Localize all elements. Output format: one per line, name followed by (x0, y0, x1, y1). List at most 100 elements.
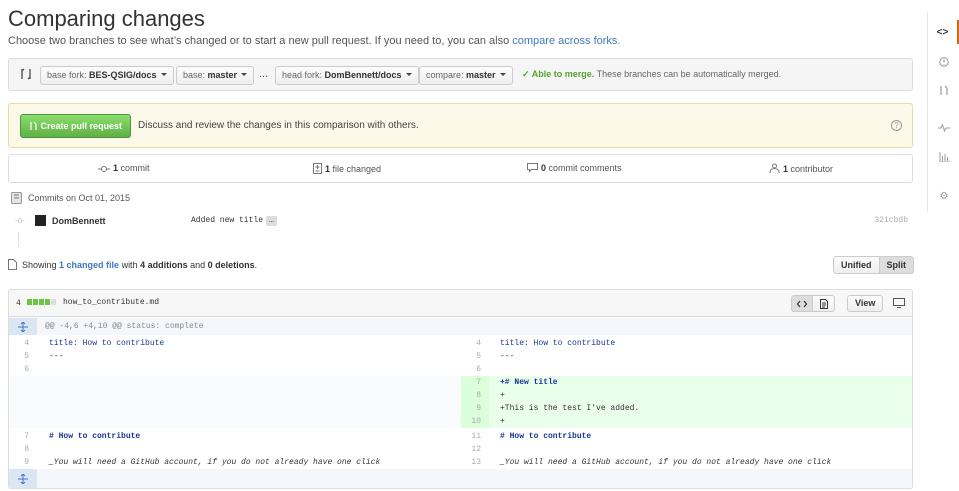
empty-left-cell (9, 415, 461, 428)
diff-stat-blocks (27, 299, 56, 305)
graphs-icon[interactable] (928, 145, 959, 169)
file-name[interactable]: how_to_contribute.md (63, 298, 159, 307)
compare-pr-flash: Create pull request Discuss and review t… (8, 103, 913, 148)
line-number-left[interactable]: 5 (9, 350, 37, 363)
avatar[interactable] (35, 215, 46, 226)
code-right: # How to contribute (500, 432, 592, 441)
commits-date: Commits on Oct 01, 2015 (28, 193, 131, 203)
line-number-right[interactable]: 11 (461, 430, 489, 443)
base-branch-select[interactable]: base: master (176, 66, 255, 85)
merge-ok-text: ✓ Able to merge. (522, 69, 595, 79)
head-fork-value: DomBennett/docs (324, 70, 402, 80)
settings-icon[interactable]: ⚙ (928, 184, 959, 208)
head-fork-select[interactable]: head fork: DomBennett/docs (275, 66, 419, 85)
addition-bg (461, 415, 912, 428)
expand-up-icon[interactable] (9, 318, 37, 335)
code-right: +This is the test I've added. (500, 404, 640, 413)
line-number-right[interactable]: 9 (461, 402, 489, 415)
line-number-right[interactable]: 10 (461, 415, 489, 428)
files-changed-count[interactable]: 1 file changed (313, 163, 381, 174)
file-diff: 4 how_to_contribute.md View @@ -4,6 +4,1… (8, 289, 913, 489)
rich-diff-icon[interactable] (813, 295, 835, 312)
diff-row-added: 7 +# New title (9, 376, 912, 389)
create-pull-request-button[interactable]: Create pull request (20, 114, 131, 138)
line-number-left[interactable]: 6 (9, 363, 37, 376)
expand-message-button[interactable]: … (266, 216, 277, 226)
empty-left-cell (9, 376, 461, 389)
deletions-count: 0 deletions (207, 260, 255, 270)
expand-down-icon[interactable] (9, 469, 37, 488)
base-fork-label: base fork: (47, 70, 90, 80)
comments-label: commit comments (546, 163, 622, 173)
pulse-icon[interactable] (928, 116, 959, 140)
diff-row-added: 10 + (9, 415, 912, 428)
diff-row: 8 12 (9, 443, 912, 456)
line-number-left[interactable]: 8 (9, 443, 37, 456)
compare-branch-select[interactable]: compare: master (419, 66, 513, 85)
page-subtitle: Choose two branches to see what’s change… (8, 35, 620, 47)
page-title: Comparing changes (8, 6, 205, 31)
range-editor: base fork: BES-QSIG/docs base: master ..… (8, 58, 913, 91)
commits-label: commit (118, 163, 150, 173)
commit-row: -o- DomBennett Added new title… 321cbdb (8, 213, 913, 231)
commit-message-text[interactable]: Added new title (191, 216, 263, 225)
commit-author[interactable]: DomBennett (52, 216, 106, 226)
expand-bottom-row (9, 469, 912, 488)
code-right: _You will need a GitHub account, if you … (500, 458, 832, 467)
line-number-left[interactable]: 4 (9, 337, 37, 350)
hunk-header-row: @@ -4,6 +4,10 @@ status: complete (9, 318, 912, 335)
compare-across-forks-link[interactable]: compare across forks. (512, 35, 620, 47)
hunk-header: @@ -4,6 +4,10 @@ status: complete (45, 322, 204, 331)
empty-left-cell (9, 402, 461, 415)
file-icon (8, 259, 17, 270)
toc-mid: with (119, 260, 141, 270)
toc-and: and (187, 260, 208, 270)
code-right: + (500, 391, 505, 400)
subtitle-text: Choose two branches to see what’s change… (8, 35, 513, 47)
line-number-left[interactable]: 7 (9, 430, 37, 443)
pull-request-icon[interactable] (928, 78, 959, 102)
commits-count[interactable]: 1 commit (98, 163, 150, 173)
line-number-right[interactable]: 8 (461, 389, 489, 402)
line-number-right[interactable]: 4 (461, 337, 489, 350)
head-fork-label: head fork: (282, 70, 325, 80)
merge-note: These branches can be automatically merg… (594, 69, 782, 79)
toc-end: . (254, 260, 258, 270)
file-diff-icon (313, 163, 322, 174)
diff-row: 4 title: How to contribute 4 title: How … (9, 337, 912, 350)
compare-value: master (466, 70, 496, 80)
code-view-icon[interactable] (791, 295, 813, 312)
help-icon[interactable]: ? (891, 120, 902, 131)
diff-row: 9 _You will need a GitHub account, if yo… (9, 456, 912, 469)
line-number-right[interactable]: 5 (461, 350, 489, 363)
changed-files-link[interactable]: 1 changed file (59, 260, 119, 270)
view-file-button[interactable]: View (847, 295, 884, 312)
base-value: master (207, 70, 238, 80)
line-number-left[interactable]: 9 (9, 456, 37, 469)
repo-icon (11, 192, 22, 204)
commit-sha[interactable]: 321cbdb (874, 216, 908, 225)
diff-stat-count: 4 (16, 299, 21, 308)
line-number-right[interactable]: 7 (461, 376, 489, 389)
diff-row: 6 6 (9, 363, 912, 376)
desktop-icon[interactable] (893, 298, 905, 308)
unified-button[interactable]: Unified (833, 256, 880, 274)
diff-view-toggle: Unified Split (833, 256, 914, 274)
toc-prefix: Showing (22, 260, 60, 270)
line-number-right[interactable]: 12 (461, 443, 489, 456)
line-number-right[interactable]: 6 (461, 363, 489, 376)
contributors-count[interactable]: 1 contributor (769, 163, 833, 174)
files-label: file changed (330, 164, 382, 174)
line-number-right[interactable]: 13 (461, 456, 489, 469)
split-button[interactable]: Split (879, 256, 914, 274)
commit-comments-count: 0 commit comments (527, 163, 622, 173)
commit-icon: -o- (15, 216, 25, 225)
repo-nav-sidebar: <> ⚙ (927, 12, 959, 212)
code-icon[interactable]: <> (928, 20, 959, 44)
code-left: _You will need a GitHub account, if you … (49, 458, 381, 467)
base-fork-select[interactable]: base fork: BES-QSIG/docs (40, 66, 174, 85)
contributors-label: contributor (788, 164, 834, 174)
issues-icon[interactable] (928, 50, 959, 74)
diff-row: 7 # How to contribute 11 # How to contri… (9, 430, 912, 443)
code-right: + (500, 417, 505, 426)
